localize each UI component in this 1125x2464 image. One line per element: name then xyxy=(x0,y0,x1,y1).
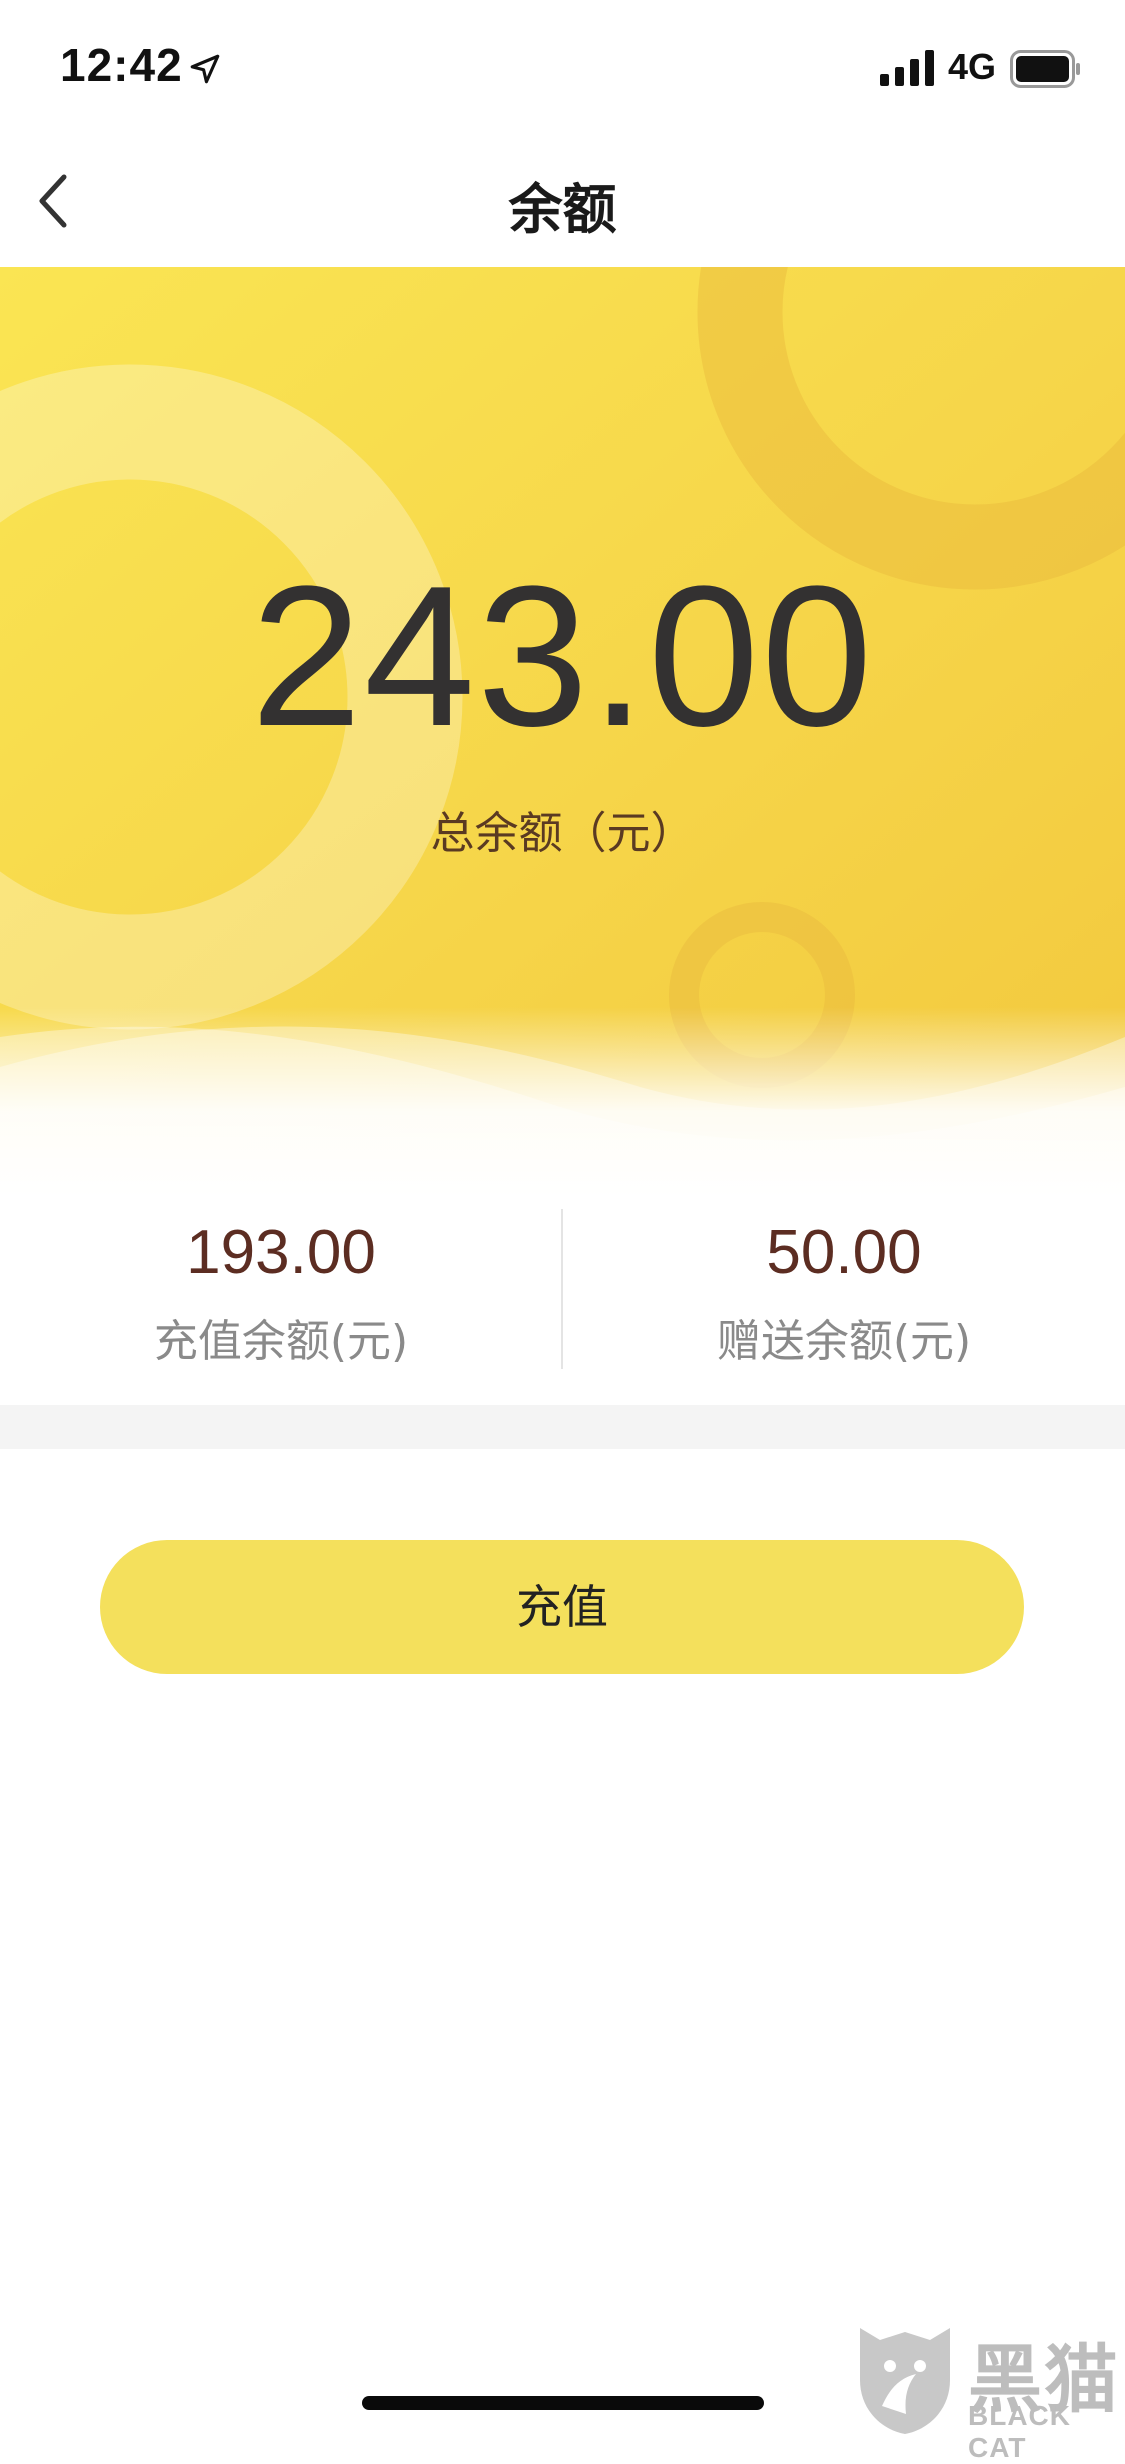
recharge-balance-label: 充值余额(元) xyxy=(153,1316,409,1367)
bonus-balance-value: 50.00 xyxy=(766,1218,922,1287)
signal-bars-icon xyxy=(880,50,934,86)
bonus-balance-label: 赠送余额(元) xyxy=(716,1316,972,1367)
network-type: 4G xyxy=(948,46,997,87)
recharge-button[interactable]: 充值 xyxy=(100,1540,1024,1674)
balance-hero: 243.00 总余额（元） xyxy=(0,267,1125,1197)
section-separator xyxy=(0,1405,1125,1449)
page-title: 余额 xyxy=(508,178,617,241)
watermark: 黑猫 BLACK CAT xyxy=(850,2318,1125,2463)
status-time: 12:42 xyxy=(60,39,183,91)
location-arrow-icon xyxy=(190,54,220,84)
navigation-bar: 余额 xyxy=(0,135,1125,267)
status-bar: 12:42 4G xyxy=(0,0,1125,135)
black-cat-logo xyxy=(860,2328,950,2434)
recharge-balance: 193.00 充值余额(元) xyxy=(0,1197,562,1407)
home-indicator[interactable] xyxy=(362,2396,764,2410)
bonus-balance: 50.00 赠送余额(元) xyxy=(563,1197,1125,1407)
battery-icon xyxy=(1010,50,1080,88)
recharge-balance-value: 193.00 xyxy=(186,1218,376,1287)
total-balance-value: 243.00 xyxy=(250,545,875,768)
watermark-brand-en: BLACK CAT xyxy=(968,2400,1071,2463)
balance-breakdown: 193.00 充值余额(元) 50.00 赠送余额(元) xyxy=(0,1197,1125,1407)
total-balance-label: 总余额（元） xyxy=(430,808,695,859)
